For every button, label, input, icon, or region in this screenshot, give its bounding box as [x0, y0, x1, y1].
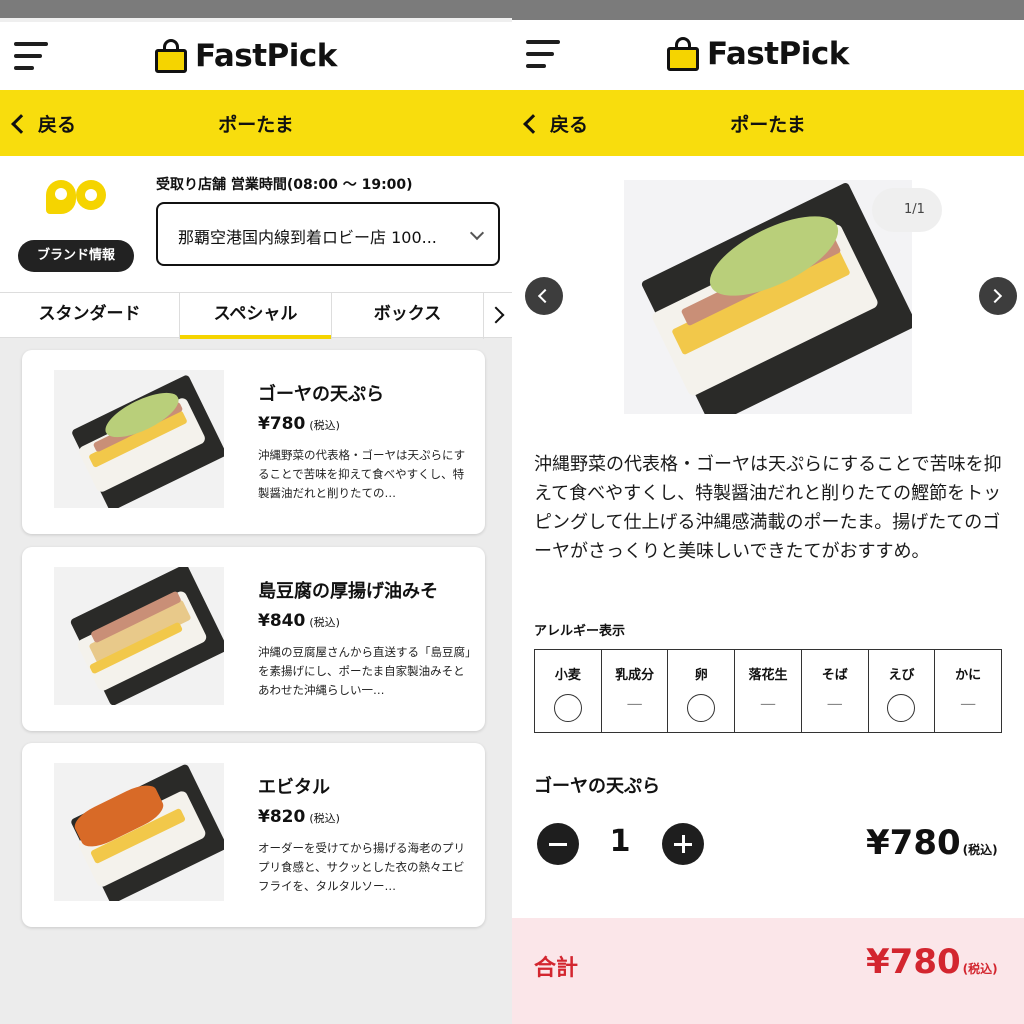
allergen-shrimp: えび: [869, 650, 936, 732]
product-long-description: 沖縄野菜の代表格・ゴーヤは天ぷらにすることで苦味を抑えて食べやすくし、特製醤油だ…: [534, 454, 1002, 562]
store-hours-label: 受取り店舗 営業時間(08:00 〜 19:00): [156, 177, 413, 193]
allergen-peanut: 落花生 —: [735, 650, 802, 732]
contains-circle-icon: [687, 694, 716, 722]
product-description: 沖縄の豆腐屋さんから直送する「島豆腐」を素揚げにし、ポーたま自家製油みそとあわせ…: [258, 645, 471, 697]
product-image: [54, 763, 224, 901]
allergen-crab: かに —: [955, 668, 982, 713]
product-image: [54, 370, 224, 508]
brand-logo[interactable]: FastPick: [667, 34, 849, 74]
store-section: ブランド情報 受取り店舗 営業時間(08:00 〜 19:00) 那覇空港国内線…: [0, 156, 512, 292]
minus-icon: [549, 843, 567, 846]
allergen-wheat: 小麦: [535, 650, 602, 732]
page-header-bar: 戻る ポーたま: [0, 90, 512, 156]
product-card[interactable]: エビタル ¥820 (税込) オーダーを受けてから揚げる海老のプリプリ食感と、サク…: [22, 743, 485, 927]
chevron-right-icon: [987, 288, 1003, 304]
brand-po-logo: [46, 174, 108, 222]
product-image: [54, 567, 224, 705]
product-description: オーダーを受けてから揚げる海老のプリプリ食感と、サクッとした衣の熱々エビフライを…: [258, 841, 465, 893]
product-price: ¥780 (税込): [258, 414, 340, 434]
product-card[interactable]: 島豆腐の厚揚げ油みそ ¥840 (税込) 沖縄の豆腐屋さんから直送する「島豆腐」を…: [22, 547, 485, 731]
contains-circle-icon: [553, 694, 582, 722]
screenshot: FastPick 戻る ポーたま ブランド情報 受取り店舗 営業時間(08:00…: [0, 0, 1024, 1024]
contains-circle-icon: [887, 694, 916, 722]
product-name: 島豆腐の厚揚げ油みそ: [258, 581, 438, 602]
menu-icon[interactable]: [14, 42, 48, 70]
total-price: ¥780 (税込): [866, 942, 998, 982]
allergy-table: 小麦 乳成分 — 卵 落花生 — そば — えび かに —: [534, 649, 1002, 733]
app-header: FastPick: [0, 22, 512, 90]
page-title: ポーたま: [218, 114, 294, 136]
status-strip: [512, 0, 1024, 20]
page-header-bar: 戻る ポーたま: [512, 90, 1024, 156]
product-photo: [624, 180, 912, 414]
order-item-name: ゴーヤの天ぷら: [534, 776, 660, 797]
product-list-screen: FastPick 戻る ポーたま ブランド情報 受取り店舗 営業時間(08:00…: [0, 0, 512, 1024]
product-price: ¥820 (税込): [258, 807, 340, 827]
page-title: ポーたま: [730, 114, 806, 136]
brand-info-button[interactable]: ブランド情報: [18, 240, 134, 272]
chevron-down-icon: [469, 225, 485, 241]
increase-quantity-button[interactable]: [662, 823, 704, 865]
total-label: 合計: [534, 956, 579, 981]
allergy-title: アレルギー表示: [534, 624, 626, 639]
brand-name: FastPick: [195, 38, 337, 74]
app-header: FastPick: [512, 20, 1024, 90]
tab-box[interactable]: ボックス: [332, 293, 484, 339]
allergen-milk: 乳成分 —: [602, 650, 669, 732]
shopping-bag-icon: [155, 39, 187, 73]
allergen-buckwheat: そば —: [802, 650, 869, 732]
shopping-bag-icon: [667, 37, 699, 71]
chevron-left-icon: [537, 288, 553, 304]
allergen-egg: 卵: [668, 650, 736, 732]
status-strip: [0, 0, 512, 18]
tab-standard[interactable]: スタンダード: [0, 293, 180, 339]
brand-name: FastPick: [707, 36, 849, 72]
store-select[interactable]: 那覇空港国内線到着ロビー店 100...: [156, 202, 500, 266]
total-bar: 合計 ¥780 (税込): [512, 918, 1024, 1024]
product-description: 沖縄野菜の代表格・ゴーヤは天ぷらにすることで苦味を抑えて食べやすくし、特製醤油だ…: [258, 448, 466, 500]
chevron-right-icon: [487, 306, 505, 324]
store-select-value: 那覇空港国内線到着ロビー店 100...: [178, 228, 437, 247]
tab-special[interactable]: スペシャル: [180, 293, 332, 339]
photo-counter: 1/1: [872, 188, 942, 232]
category-tabs: スタンダード スペシャル ボックス: [0, 292, 512, 339]
brand-logo[interactable]: FastPick: [155, 36, 337, 76]
order-item-price: ¥780 (税込): [866, 823, 998, 863]
product-name: エビタル: [258, 777, 330, 798]
tabs-next-button[interactable]: [484, 293, 512, 339]
product-card[interactable]: ゴーヤの天ぷら ¥780 (税込) 沖縄野菜の代表格・ゴーヤは天ぷらにすることで苦…: [22, 350, 485, 534]
menu-icon[interactable]: [526, 40, 560, 68]
photo-prev-button[interactable]: [525, 277, 563, 315]
decrease-quantity-button[interactable]: [537, 823, 579, 865]
photo-next-button[interactable]: [979, 277, 1017, 315]
product-name: ゴーヤの天ぷら: [258, 384, 384, 405]
product-price: ¥840 (税込): [258, 611, 340, 631]
quantity-value: 1: [609, 824, 631, 859]
